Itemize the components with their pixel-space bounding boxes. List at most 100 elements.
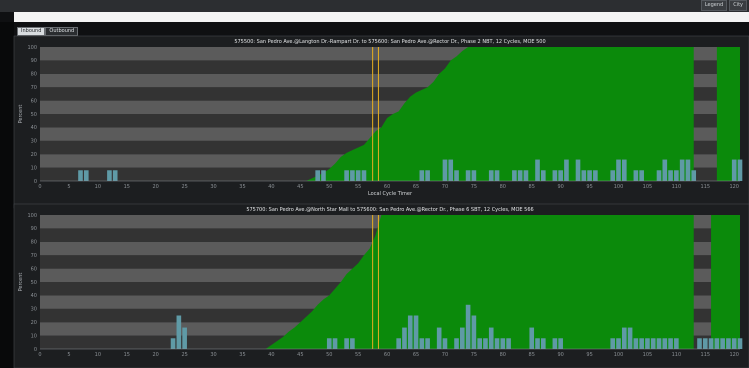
chart-title: 575700: San Pedro Ave.@North Star Mall t…	[246, 207, 533, 213]
arrival-bar	[674, 338, 679, 349]
x-tick-label: 70	[442, 184, 448, 190]
y-tick-label: 20	[31, 152, 37, 158]
arrival-bar	[442, 338, 448, 349]
x-tick-label: 65	[413, 352, 419, 358]
arrival-bar	[523, 170, 529, 181]
arrival-bar	[419, 338, 425, 349]
y-tick-label: 30	[31, 139, 37, 145]
y-tick-label: 100	[27, 213, 37, 219]
x-tick-label: 5	[67, 352, 70, 358]
x-tick-label: 35	[239, 184, 245, 190]
arrival-bar	[720, 338, 725, 349]
arrival-bar	[691, 170, 697, 181]
x-tick-label: 65	[413, 184, 419, 190]
y-tick-label: 40	[31, 125, 37, 131]
arrival-bar	[668, 338, 673, 349]
arrival-bar	[494, 170, 500, 181]
y-tick-label: 40	[31, 293, 37, 299]
x-tick-label: 115	[701, 184, 711, 190]
x-tick-label: 90	[557, 352, 563, 358]
x-tick-label: 55	[355, 184, 361, 190]
arrival-bar	[639, 338, 644, 349]
x-tick-label: 25	[181, 184, 187, 190]
arrival-bar	[494, 338, 500, 349]
arrival-bar	[726, 338, 731, 349]
arrival-bar	[413, 315, 419, 349]
arrival-bar	[402, 327, 407, 349]
x-tick-label: 80	[500, 352, 506, 358]
arrival-bar	[506, 338, 511, 349]
arrival-bar	[361, 170, 367, 181]
arrival-bar	[540, 338, 546, 349]
x-tick-label: 70	[442, 352, 448, 358]
x-tick-label: 55	[355, 352, 361, 358]
chart-title: 575500: San Pedro Ave.@Langton Dr.-Rampa…	[234, 39, 545, 45]
x-tick-label: 20	[153, 184, 159, 190]
arrival-bar	[107, 170, 112, 181]
arrival-bar	[176, 315, 182, 349]
arrival-bar	[621, 327, 627, 349]
arrival-bar	[535, 159, 540, 181]
arrival-bar	[737, 338, 743, 349]
arrival-bar	[668, 170, 673, 181]
arrival-bar	[552, 170, 558, 181]
arrival-bar	[731, 338, 737, 349]
x-tick-label: 60	[384, 352, 390, 358]
y-tick-label: 80	[31, 72, 37, 78]
x-tick-label: 25	[181, 352, 187, 358]
x-tick-label: 40	[268, 352, 274, 358]
x-tick-label: 115	[701, 352, 711, 358]
arrival-bar	[471, 315, 477, 349]
x-tick-label: 20	[153, 352, 159, 358]
arrival-bar	[645, 338, 650, 349]
y-axis-label: Percent	[18, 273, 24, 292]
arrival-bar	[662, 159, 668, 181]
arrival-bar	[737, 159, 743, 181]
arrival-bar	[517, 170, 523, 181]
arrival-bar	[610, 338, 616, 349]
x-tick-label: 40	[268, 184, 274, 190]
arrival-bar	[610, 170, 616, 181]
x-tick-label: 90	[557, 184, 563, 190]
arrival-bar	[344, 338, 349, 349]
y-tick-label: 70	[31, 85, 37, 91]
arrival-bar	[535, 338, 540, 349]
arrival-bar	[425, 170, 430, 181]
arrival-bar	[662, 338, 668, 349]
arrival-bar	[731, 159, 737, 181]
arrival-bar	[529, 327, 535, 349]
x-tick-label: 105	[643, 352, 653, 358]
arrival-bar	[471, 170, 477, 181]
y-tick-label: 10	[31, 333, 37, 339]
arrival-bar	[483, 338, 488, 349]
x-tick-label: 30	[210, 184, 216, 190]
y-tick-label: 50	[31, 280, 37, 286]
arrival-bar	[315, 170, 320, 181]
x-tick-label: 120	[729, 184, 739, 190]
arrival-bar	[616, 159, 621, 181]
x-tick-label: 110	[672, 352, 682, 358]
arrival-bar	[419, 170, 425, 181]
x-tick-label: 15	[124, 184, 130, 190]
chart-panel-2: 575700: San Pedro Ave.@North Star Mall t…	[13, 203, 749, 368]
arrival-bar	[182, 327, 187, 349]
arrival-bar	[350, 338, 355, 349]
x-tick-label: 15	[124, 352, 130, 358]
arrival-bar	[708, 338, 714, 349]
arrival-bar	[621, 159, 627, 181]
x-tick-label: 35	[239, 352, 245, 358]
arrival-bar	[326, 338, 332, 349]
arrival-bar	[350, 170, 355, 181]
y-tick-label: 60	[31, 98, 37, 104]
arrival-bar	[650, 338, 656, 349]
y-tick-label: 50	[31, 112, 37, 118]
arrival-bar	[697, 338, 702, 349]
arrival-bar	[344, 170, 349, 181]
x-tick-label: 85	[529, 352, 535, 358]
arrival-bar	[674, 170, 679, 181]
arrival-bar	[477, 338, 482, 349]
x-axis-label: Local Cycle Timer	[368, 191, 413, 197]
purdue-coordination-diagrams: 575500: San Pedro Ave.@Langton Dr.-Rampa…	[13, 35, 749, 368]
arrival-bar	[581, 170, 587, 181]
x-tick-label: 100	[614, 184, 624, 190]
